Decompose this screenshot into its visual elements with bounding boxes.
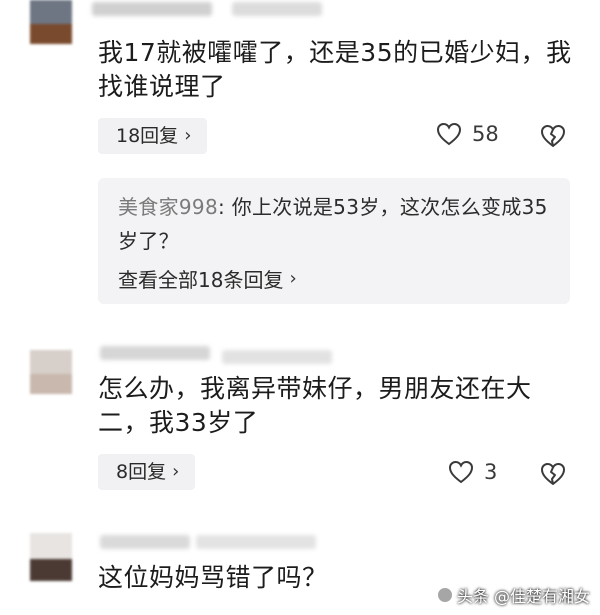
- comment-item: 怎么办，我离异带妹仔，男朋友还在大二，我33岁了 8回复 › 3: [0, 340, 600, 510]
- timestamp-blurred: [232, 2, 322, 16]
- replies-button[interactable]: 8回复 ›: [98, 454, 196, 490]
- sub-reply-author[interactable]: 美食家998: [118, 195, 218, 219]
- view-all-replies-link[interactable]: 查看全部18条回复 ›: [118, 264, 552, 293]
- watermark: 头条 @佳楚有湘女: [436, 583, 590, 607]
- heart-icon: [448, 460, 474, 484]
- chevron-right-icon: ›: [172, 461, 180, 482]
- replies-button[interactable]: 18回复 ›: [98, 118, 208, 154]
- comment-text: 我17就被嚯嚯了，还是35的已婚少妇，我找谁说理了: [98, 38, 572, 101]
- heart-icon: [436, 122, 462, 146]
- sub-reply-colon: :: [217, 195, 232, 219]
- like-button[interactable]: 3: [448, 460, 497, 484]
- toutiao-logo-icon: [436, 587, 453, 603]
- dislike-button[interactable]: [540, 462, 566, 486]
- watermark-text: 头条 @佳楚有湘女: [456, 587, 590, 606]
- chevron-right-icon: ›: [289, 268, 297, 289]
- username-blurred: [100, 346, 210, 360]
- avatar[interactable]: [30, 533, 72, 581]
- sub-reply-box[interactable]: 美食家998: 你上次说是53岁，这次怎么变成35岁了？ 查看全部18条回复 ›: [98, 178, 570, 304]
- avatar[interactable]: [30, 350, 72, 394]
- username-blurred: [100, 535, 190, 549]
- chevron-right-icon: ›: [184, 125, 192, 146]
- like-count: 3: [484, 460, 498, 484]
- timestamp-blurred: [222, 350, 332, 364]
- username-blurred: [92, 2, 212, 16]
- view-all-label: 查看全部18条回复: [118, 268, 284, 292]
- replies-label: 8回复: [116, 461, 167, 483]
- like-button[interactable]: 58: [436, 122, 499, 146]
- replies-label: 18回复: [116, 125, 179, 147]
- broken-heart-icon: [541, 125, 565, 147]
- avatar[interactable]: [30, 0, 72, 44]
- timestamp-blurred: [196, 535, 316, 549]
- comment-item: 我17就被嚯嚯了，还是35的已婚少妇，我找谁说理了 18回复 › 58: [0, 0, 600, 170]
- comment-text: 怎么办，我离异带妹仔，男朋友还在大二，我33岁了: [98, 374, 532, 437]
- like-count: 58: [472, 122, 499, 146]
- sub-reply-text: 美食家998: 你上次说是53岁，这次怎么变成35岁了？: [118, 190, 552, 258]
- dislike-button[interactable]: [540, 124, 566, 148]
- broken-heart-icon: [541, 463, 565, 485]
